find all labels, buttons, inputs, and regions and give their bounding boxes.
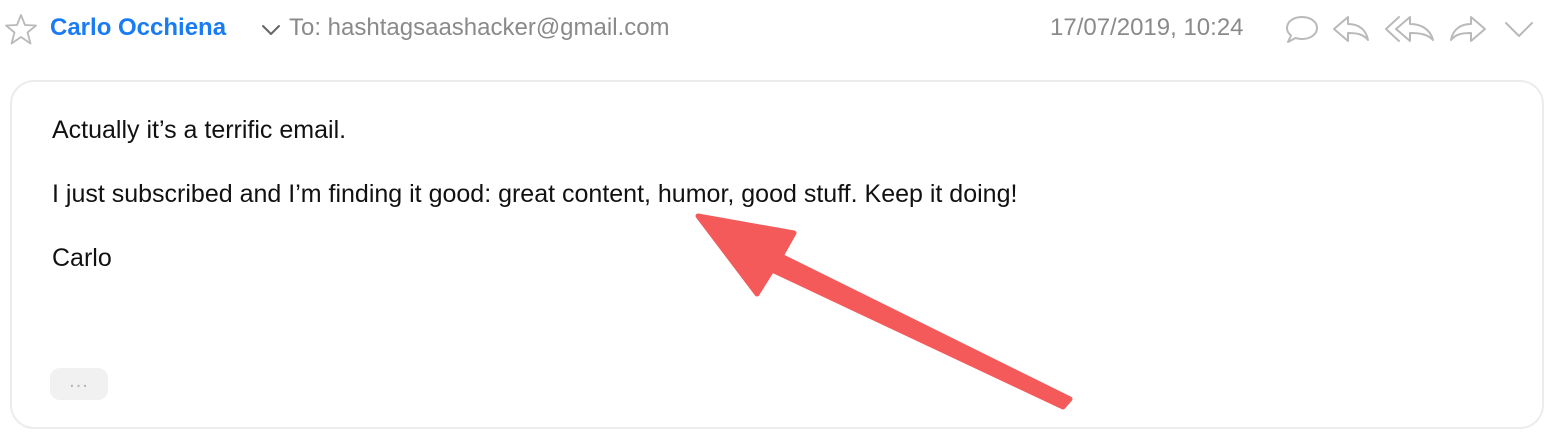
reply-all-icon[interactable] (1383, 12, 1437, 46)
body-signature: Carlo (52, 244, 112, 272)
sender-name[interactable]: Carlo Occhiena (50, 14, 226, 42)
chevron-down-icon[interactable] (261, 23, 281, 37)
message-body-card: Actually it’s a terrific email. I just s… (10, 80, 1544, 429)
star-icon[interactable] (4, 12, 38, 46)
message-timestamp: 17/07/2019, 10:24 (1050, 14, 1244, 41)
recipient-line: To: hashtagsaashacker@gmail.com (289, 14, 670, 41)
body-paragraph: I just subscribed and I’m finding it goo… (52, 180, 1018, 208)
chevron-down-icon[interactable] (1502, 12, 1536, 46)
forward-icon[interactable] (1448, 12, 1488, 46)
body-paragraph: Actually it’s a terrific email. (52, 116, 347, 144)
speech-bubble-icon[interactable] (1284, 12, 1320, 46)
show-quoted-text-button[interactable]: ... (50, 368, 108, 400)
reply-icon[interactable] (1331, 12, 1371, 46)
message-header: Carlo Occhiena To: hashtagsaashacker@gma… (0, 0, 1548, 60)
